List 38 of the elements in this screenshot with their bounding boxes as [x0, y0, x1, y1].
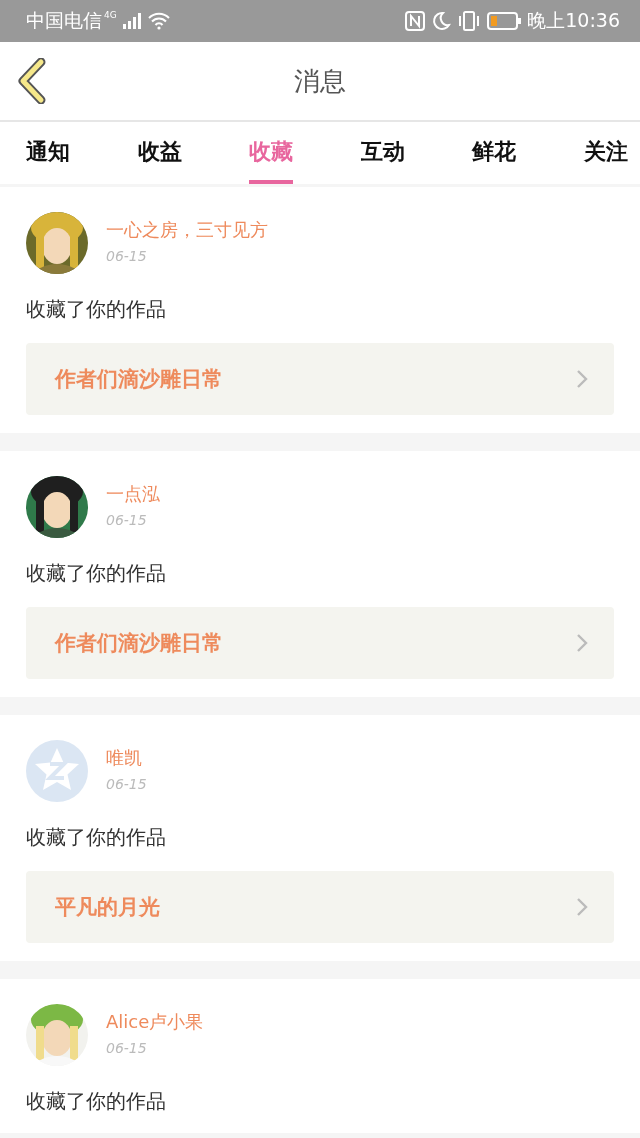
clock-time: 晚上10:36: [527, 8, 620, 33]
work-title: 平凡的月光: [55, 894, 160, 921]
back-button[interactable]: [16, 58, 48, 106]
battery-icon: [487, 12, 522, 30]
work-title: 作者们滴沙雕日常: [55, 366, 223, 393]
page-title: 消息: [294, 64, 346, 98]
message-date: 06-15: [106, 512, 148, 528]
message-date: 06-15: [106, 776, 147, 792]
tab[interactable]: 收益: [137, 122, 182, 184]
user-name[interactable]: 一点泓: [106, 482, 160, 506]
tab[interactable]: 鲜花: [472, 122, 517, 184]
chevron-right-icon: [576, 633, 588, 653]
message-date: 06-15: [106, 248, 148, 264]
tab[interactable]: 关注: [583, 122, 628, 184]
wifi-icon: [146, 12, 171, 30]
work-title: 作者们滴沙雕日常: [55, 630, 223, 657]
message-text: 收藏了你的作品: [26, 296, 167, 323]
signal-icon: [122, 13, 141, 29]
moon-icon: [431, 11, 452, 31]
chevron-right-icon: [576, 897, 588, 917]
default-avatar-icon: [26, 740, 88, 802]
message-text: 收藏了你的作品: [26, 824, 167, 851]
carrier-name: 中国电信: [26, 8, 102, 33]
message-text: 收藏了你的作品: [26, 1088, 167, 1115]
tab[interactable]: 互动: [360, 122, 405, 184]
user-name[interactable]: 一心之房，三寸见方: [106, 218, 268, 242]
chevron-right-icon: [576, 369, 588, 389]
vibrate-icon: [457, 11, 482, 31]
message-date: 06-15: [106, 1040, 148, 1056]
work-link[interactable]: 作者们滴沙雕日常: [26, 343, 614, 415]
user-name[interactable]: 唯凯: [106, 746, 147, 770]
user-name[interactable]: Alice卢小果: [106, 1010, 204, 1034]
work-link[interactable]: 平凡的月光: [26, 871, 614, 943]
tab[interactable]: 通知: [26, 122, 70, 184]
nfc-icon: [405, 11, 426, 31]
work-link[interactable]: 作者们滴沙雕日常: [26, 607, 614, 679]
network-type: 4G: [104, 10, 117, 20]
message-text: 收藏了你的作品: [26, 560, 167, 587]
